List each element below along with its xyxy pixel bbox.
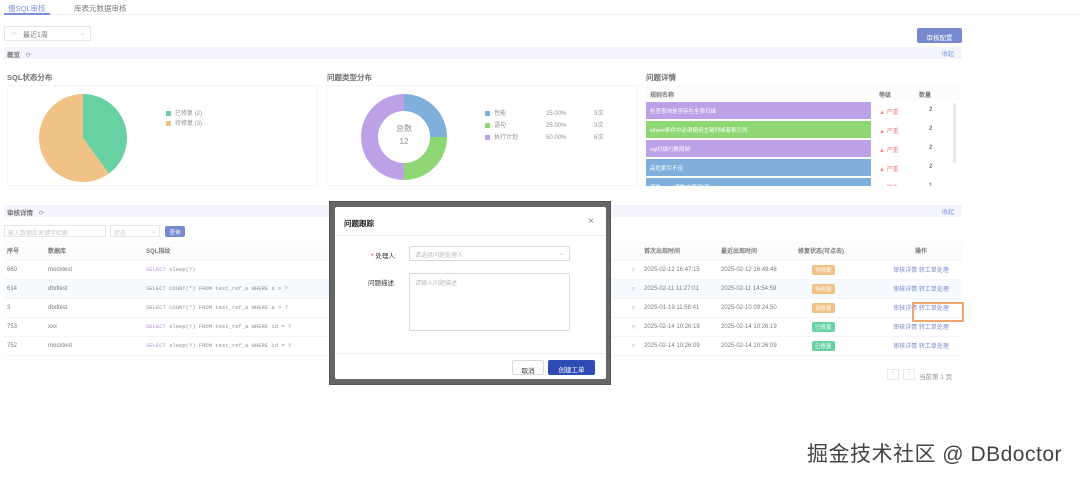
dialog-title: 问题跟踪 bbox=[344, 219, 374, 228]
watermark: 掘金技术社区 @ DBdoctor bbox=[806, 443, 1062, 466]
issue-tracking-dialog: 问题跟踪 × * 处理人: 请选择问题处理人 ⌄ 问题描述: 请输入问题描述 取消… bbox=[335, 207, 606, 379]
handler-label-text: 处理人: bbox=[375, 253, 397, 260]
handler-placeholder: 请选择问题处理人 bbox=[415, 253, 464, 259]
desc-textarea[interactable]: 请输入问题描述 bbox=[409, 273, 570, 331]
divider bbox=[335, 353, 606, 354]
divider bbox=[335, 235, 606, 236]
close-icon[interactable]: × bbox=[588, 216, 594, 227]
create-ticket-button[interactable]: 创建工单 bbox=[548, 360, 595, 375]
handler-select[interactable]: 请选择问题处理人 ⌄ bbox=[409, 246, 570, 261]
chevron-down-icon: ⌄ bbox=[558, 251, 564, 257]
desc-label: 问题描述: bbox=[368, 280, 396, 287]
cancel-button[interactable]: 取消 bbox=[512, 360, 544, 375]
handler-label: * 处理人: bbox=[371, 253, 397, 260]
